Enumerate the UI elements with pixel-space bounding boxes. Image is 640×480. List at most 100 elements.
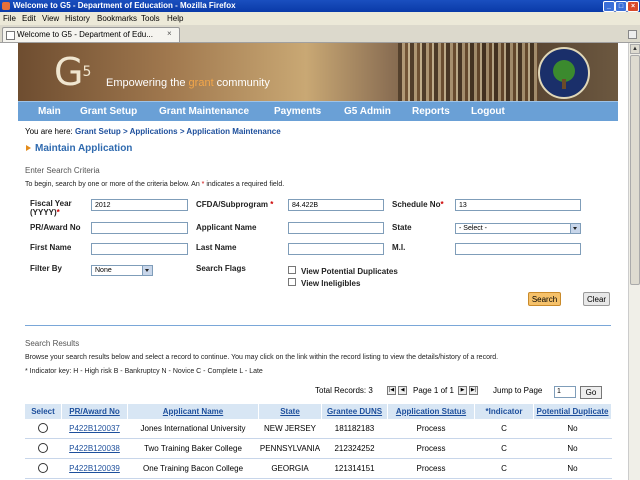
- schedule-label: Schedule No*: [392, 200, 444, 209]
- select-radio[interactable]: [38, 422, 49, 433]
- jump-page-input[interactable]: 1: [554, 386, 576, 398]
- chevron-down-icon[interactable]: [570, 224, 580, 233]
- vertical-scrollbar[interactable]: ▲: [628, 43, 640, 480]
- close-button[interactable]: ×: [627, 1, 639, 12]
- filter-by-select[interactable]: None: [91, 265, 153, 276]
- menu-edit[interactable]: Edit: [22, 14, 36, 23]
- section-divider: [25, 325, 611, 326]
- select-radio[interactable]: [38, 442, 49, 453]
- pr-award-label: PR/Award No: [30, 223, 81, 232]
- applicant-cell: One Training Bacon College: [127, 458, 259, 479]
- pr-award-input[interactable]: [91, 222, 188, 234]
- menu-tools[interactable]: Tools: [141, 14, 160, 23]
- page-title: Maintain Application: [26, 143, 132, 154]
- menu-history[interactable]: History: [65, 14, 90, 23]
- arrow-icon: [26, 145, 31, 151]
- chevron-down-icon[interactable]: [142, 266, 152, 275]
- applicant-name-input[interactable]: [288, 222, 384, 234]
- go-button[interactable]: Go: [580, 386, 602, 399]
- mi-label: M.I.: [392, 243, 406, 252]
- jump-to-page-label: Jump to Page: [493, 386, 543, 395]
- nav-main[interactable]: Main: [38, 106, 61, 117]
- award-link[interactable]: P422B120038: [69, 444, 120, 453]
- duplicate-cell: No: [533, 438, 612, 459]
- seal-trunk: [562, 79, 566, 89]
- total-records: Total Records: 3: [315, 386, 373, 395]
- duns-cell: 212324252: [321, 438, 388, 459]
- scroll-up-icon[interactable]: ▲: [630, 44, 640, 54]
- state-cell: NEW JERSEY: [258, 419, 322, 439]
- first-name-input[interactable]: [91, 243, 188, 255]
- results-instructions: Browse your search results below and sel…: [25, 354, 499, 361]
- tab-close-icon[interactable]: ×: [167, 29, 172, 38]
- last-page-icon[interactable]: ▶|: [469, 386, 478, 395]
- nav-reports[interactable]: Reports: [412, 106, 450, 117]
- breadcrumb-applications[interactable]: Applications: [130, 127, 178, 136]
- nav-g5-admin[interactable]: G5 Admin: [344, 106, 391, 117]
- menu-view[interactable]: View: [42, 14, 59, 23]
- applicant-cell: Two Training Baker College: [127, 438, 259, 459]
- indicator-cell: C: [474, 458, 534, 479]
- col-state[interactable]: State: [258, 404, 322, 419]
- breadcrumb-application-maintenance[interactable]: Application Maintenance: [186, 127, 280, 136]
- duns-cell: 181182183: [321, 419, 388, 439]
- first-page-icon[interactable]: |◀: [387, 386, 396, 395]
- last-name-label: Last Name: [196, 243, 237, 252]
- menu-file[interactable]: File: [3, 14, 16, 23]
- nav-grant-maintenance[interactable]: Grant Maintenance: [159, 106, 249, 117]
- fiscal-year-label: Fiscal Year (YYYY)*: [30, 199, 72, 217]
- search-results-heading: Search Results: [25, 339, 80, 348]
- filter-by-value: None: [95, 267, 112, 274]
- g5-logo: G5: [54, 50, 91, 94]
- col-application-status[interactable]: Application Status: [387, 404, 475, 419]
- main-nav: Main Grant Setup Grant Maintenance Payme…: [18, 101, 618, 121]
- next-page-icon[interactable]: ▶: [458, 386, 467, 395]
- state-select[interactable]: - Select -: [455, 223, 581, 234]
- nav-logout[interactable]: Logout: [471, 106, 505, 117]
- minimize-button[interactable]: _: [603, 1, 615, 12]
- maximize-button[interactable]: □: [615, 1, 627, 12]
- col-applicant-name[interactable]: Applicant Name: [127, 404, 259, 419]
- mi-input[interactable]: [455, 243, 581, 255]
- duplicate-cell: No: [533, 458, 612, 479]
- col-pr-award[interactable]: PR/Award No: [61, 404, 128, 419]
- schedule-input[interactable]: 13: [455, 199, 581, 211]
- col-select: Select: [25, 404, 62, 419]
- firefox-icon: [2, 2, 10, 10]
- menu-help[interactable]: Help: [167, 14, 183, 23]
- status-cell: Process: [387, 419, 475, 439]
- prev-page-icon[interactable]: ◀: [398, 386, 407, 395]
- col-potential-duplicate[interactable]: Potential Duplicate: [533, 404, 612, 419]
- nav-grant-setup[interactable]: Grant Setup: [80, 106, 137, 117]
- select-radio[interactable]: [38, 462, 49, 473]
- cfda-label: CFDA/Subprogram *: [196, 200, 274, 209]
- indicator-cell: C: [474, 419, 534, 439]
- view-duplicates-checkbox[interactable]: [288, 266, 296, 274]
- fiscal-year-input[interactable]: 2012: [91, 199, 188, 211]
- view-ineligibles-checkbox[interactable]: [288, 278, 296, 286]
- last-name-input[interactable]: [288, 243, 384, 255]
- new-tab-icon[interactable]: [628, 30, 637, 39]
- indicator-cell: C: [474, 438, 534, 459]
- menu-bookmarks[interactable]: Bookmarks: [97, 14, 137, 23]
- scroll-thumb[interactable]: [630, 55, 640, 285]
- award-link[interactable]: P422B120039: [69, 464, 120, 473]
- applicant-name-label: Applicant Name: [196, 223, 257, 232]
- clear-button[interactable]: Clear: [583, 292, 610, 306]
- cfda-input[interactable]: 84.422B: [288, 199, 384, 211]
- breadcrumb-grant-setup[interactable]: Grant Setup: [75, 127, 121, 136]
- tagline: Empowering the grant community: [106, 77, 270, 89]
- col-indicator: *Indicator: [474, 404, 534, 419]
- window-title: Welcome to G5 - Department of Education …: [13, 1, 236, 10]
- table-row: P422B120038 Two Training Baker College P…: [25, 438, 612, 459]
- results-table: Select PR/Award No Applicant Name State …: [25, 404, 612, 479]
- breadcrumb-sep: >: [120, 127, 130, 136]
- page-info: Page 1 of 1: [413, 386, 454, 395]
- award-link[interactable]: P422B120037: [69, 424, 120, 433]
- browser-tab[interactable]: Welcome to G5 - Department of Edu... ×: [2, 27, 180, 42]
- search-button[interactable]: Search: [528, 292, 561, 306]
- col-grantee-duns[interactable]: Grantee DUNS: [321, 404, 388, 419]
- window-title-bar: Welcome to G5 - Department of Education …: [0, 0, 640, 12]
- nav-payments[interactable]: Payments: [274, 106, 321, 117]
- table-header-row: Select PR/Award No Applicant Name State …: [25, 404, 612, 419]
